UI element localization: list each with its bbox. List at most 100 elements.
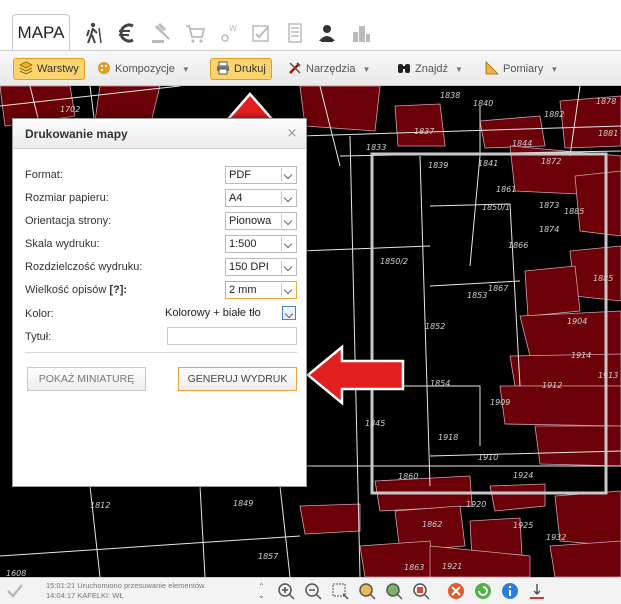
zoom-out-icon[interactable]	[303, 581, 323, 601]
orientation-label: Orientacja strony:	[25, 215, 112, 227]
parcel-label: 1833	[366, 143, 386, 152]
parcel-label: 1909	[490, 398, 510, 407]
parcel-label: 1844	[512, 139, 532, 148]
dialog-title: Drukowanie mapy	[25, 127, 128, 141]
parcel-label: 1838	[440, 91, 460, 100]
format-value: PDF	[229, 169, 251, 181]
measure-label: Pomiary	[503, 63, 544, 75]
zoom-next-icon[interactable]	[384, 581, 404, 601]
tools-button[interactable]: Narzędzia ▼	[283, 58, 375, 80]
info-icon[interactable]	[500, 581, 520, 601]
orientation-row: Orientacja strony: Pionowa	[25, 212, 297, 232]
tab-mapa[interactable]: MAPA	[12, 14, 70, 50]
parcel-label: 1920	[466, 500, 486, 509]
zoom-selection-icon[interactable]	[411, 581, 431, 601]
ruler-icon	[485, 60, 499, 78]
layers-button[interactable]: Warstwy	[13, 58, 85, 80]
binoculars-icon	[397, 61, 411, 78]
parcel-label: 1878	[596, 97, 616, 106]
compositions-icon	[97, 61, 111, 78]
printer-icon	[216, 61, 230, 78]
title-input[interactable]	[167, 327, 297, 345]
zoom-prev-icon[interactable]	[357, 581, 377, 601]
parcel-label: 1857	[258, 552, 279, 561]
orientation-select[interactable]: Pionowa	[225, 212, 297, 230]
euro-icon[interactable]	[112, 20, 142, 46]
parcel-label: 1881	[598, 129, 618, 138]
measure-tool-icon[interactable]	[527, 581, 547, 601]
parcel-label: 1845	[365, 419, 385, 428]
orientation-value: Pionowa	[229, 215, 272, 227]
status-line: 14:04:17 KAFELKI: WŁ	[46, 591, 124, 600]
compositions-button[interactable]: Kompozycje ▼	[92, 58, 195, 80]
chevron-down-icon	[281, 168, 295, 182]
checklist-icon[interactable]	[246, 20, 276, 46]
parcel-label: 1867	[488, 284, 509, 293]
print-label: Drukuj	[234, 63, 266, 75]
parcel-label: 1925	[513, 521, 533, 530]
status-bar: 15:01:21 Uruchomiono przesuwanie element…	[0, 577, 621, 604]
parcel-label: 1702	[60, 105, 80, 114]
zoom-in-icon[interactable]	[276, 581, 296, 601]
parcel-label: 1932	[546, 533, 566, 542]
layers-icon	[19, 61, 33, 78]
paper-size-select[interactable]: A4	[225, 189, 297, 207]
label-size-select[interactable]: 2 mm	[225, 281, 297, 299]
zoom-extent-icon[interactable]	[330, 581, 350, 601]
parcel-label: 1837	[414, 127, 435, 136]
parcel-label: 1910	[478, 453, 498, 462]
print-button[interactable]: Drukuj	[210, 58, 272, 80]
chevron-down-icon	[282, 306, 296, 320]
generate-print-button[interactable]: GENERUJ WYDRUK	[178, 367, 297, 391]
parcel-label: 1904	[567, 317, 587, 326]
measure-button[interactable]: Pomiary ▼	[480, 58, 563, 80]
refresh-icon[interactable]	[473, 581, 493, 601]
parcel-label: 1852	[425, 322, 445, 331]
main-tab-bar: MAPA W	[0, 0, 621, 50]
clear-icon[interactable]	[446, 581, 466, 601]
parcel-label: 1860	[398, 472, 418, 481]
show-preview-button[interactable]: POKAŻ MINIATURĘ	[27, 367, 146, 391]
title-row: Tytuł:	[25, 327, 297, 348]
resolution-value: 150 DPI	[229, 261, 269, 273]
chevron-down-icon	[281, 237, 295, 251]
parcel-label: 1873	[539, 201, 559, 210]
scale-value: 1:500	[229, 238, 257, 250]
compass-icon[interactable]: W	[213, 20, 243, 46]
parcel-label: 1912	[542, 381, 562, 390]
parcel-label: 1608	[6, 569, 26, 577]
parcel-label: 1841	[478, 159, 498, 168]
paper-size-label: Rozmiar papieru:	[25, 192, 109, 204]
find-label: Znajdź	[415, 63, 449, 75]
parcel-label: 1921	[442, 562, 462, 571]
title-label: Tytuł:	[25, 331, 52, 343]
gavel-icon[interactable]	[146, 20, 176, 46]
parcel-label: 1918	[438, 433, 458, 442]
hiking-icon[interactable]	[80, 20, 110, 46]
parcel-label: 1862	[422, 520, 442, 529]
parcel-label: 1839	[428, 161, 448, 170]
label-size-label: Wielkość opisów [?]:	[25, 284, 127, 296]
parcel-label: 1882	[544, 110, 564, 119]
parcel-label: 1812	[90, 501, 110, 510]
resolution-row: Rozdzielczość wydruku: 150 DPI	[25, 258, 297, 278]
color-select[interactable]: Kolorowy + białe tło	[162, 305, 297, 323]
scroll-arrows-icon[interactable]: ⌃ ⌄	[258, 582, 265, 600]
parcel-label: 1872	[541, 157, 561, 166]
scale-label: Skala wydruku:	[25, 238, 100, 250]
resolution-select[interactable]: 150 DPI	[225, 258, 297, 276]
user-icon[interactable]	[312, 20, 342, 46]
parcel-label: 1854	[430, 379, 450, 388]
scale-select[interactable]: 1:500	[225, 235, 297, 253]
find-button[interactable]: Znajdź ▼	[392, 58, 468, 80]
dialog-header[interactable]: Drukowanie mapy ×	[13, 119, 306, 149]
help-link[interactable]: [?]:	[109, 284, 127, 296]
tools-icon	[288, 61, 302, 78]
calculator-icon[interactable]	[280, 20, 310, 46]
buildings-icon[interactable]	[346, 20, 376, 46]
close-icon[interactable]: ×	[284, 126, 300, 142]
parcel-label: 1849	[233, 499, 253, 508]
parcel-label: 1850/2	[380, 257, 408, 266]
format-select[interactable]: PDF	[225, 166, 297, 184]
cart-icon[interactable]	[180, 20, 210, 46]
